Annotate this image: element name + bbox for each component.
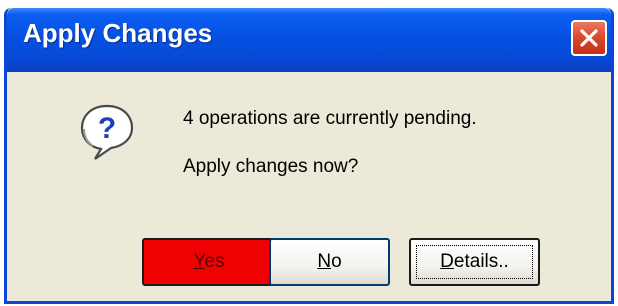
yes-button[interactable]: Yes [142,238,276,286]
close-icon [580,29,598,47]
dialog-title: Apply Changes [23,18,213,48]
yes-mnemonic: Y [193,251,205,272]
dialog-body: ? 4 operations are currently pending. Ap… [7,72,611,301]
details-button[interactable]: Details.. [409,238,540,286]
no-mnemonic: N [317,251,332,272]
apply-changes-dialog: Apply Changes ? 4 operations are current… [4,8,614,304]
no-button[interactable]: No [269,238,390,286]
no-label-rest: o [331,251,342,272]
title-bar[interactable]: Apply Changes [7,8,611,72]
pending-operations-message: 4 operations are currently pending. [183,108,477,129]
focus-ring [416,245,533,279]
apply-now-question: Apply changes now? [183,156,359,177]
screenshot-page: Apply Changes ? 4 operations are current… [0,0,618,306]
close-button[interactable] [571,20,607,56]
svg-text:?: ? [98,112,116,145]
yes-label-rest: es [204,251,225,272]
question-icon: ? [80,104,134,160]
